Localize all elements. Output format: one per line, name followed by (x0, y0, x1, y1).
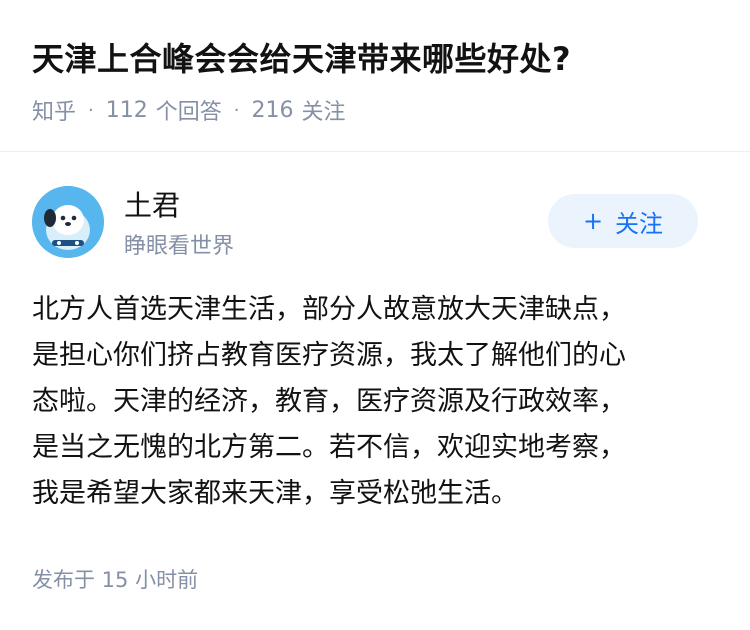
answer-content: 北方人首选天津生活，部分人故意放大天津缺点， 是担心你们挤占教育医疗资源，我太了… (32, 294, 626, 509)
source-label: 知乎 (32, 100, 77, 125)
avatar-image (32, 186, 104, 258)
answer-timestamp: 发布于 15 小时前 (32, 568, 199, 592)
follow-button-label: 关注 (615, 209, 664, 238)
plus-icon: + (582, 207, 604, 235)
follow-button[interactable]: + 关注 (548, 194, 698, 248)
meta-separator: · (88, 99, 94, 121)
author-bio: 睁眼看世界 (124, 234, 235, 259)
cartoon-dog-avatar-icon[interactable] (32, 186, 104, 258)
follower-count-label: 关注 (301, 100, 346, 125)
meta-separator: · (233, 99, 240, 121)
author-name[interactable]: 土君 (124, 184, 180, 224)
question-meta: 知乎 · 112 个回答 · 216 关注 (32, 94, 346, 126)
question-title[interactable]: 天津上合峰会会给天津带来哪些好处? (32, 34, 571, 80)
zhihu-answer-page: 天津上合峰会会给天津带来哪些好处? 知乎 · 112 个回答 · 216 关注 (0, 0, 750, 630)
answer-count: 112 (105, 97, 148, 123)
answer-count-label: 个回答 (155, 100, 222, 125)
follower-count: 216 (251, 97, 294, 123)
question-header: 天津上合峰会会给天津带来哪些好处? 知乎 · 112 个回答 · 216 关注 (0, 0, 750, 152)
